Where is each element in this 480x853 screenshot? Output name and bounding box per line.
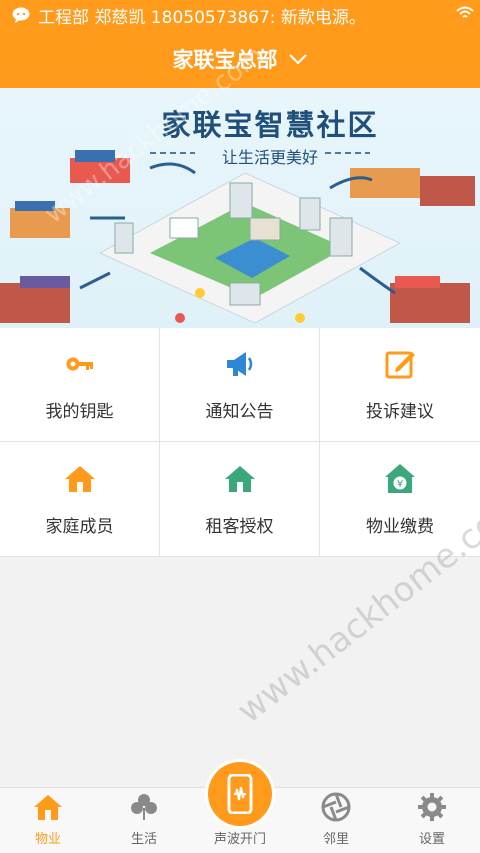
community-selector[interactable]: 家联宝总部 <box>0 30 480 88</box>
house-icon <box>63 462 97 496</box>
edit-icon <box>383 347 417 381</box>
menu-item-label: 租客授权 <box>205 516 274 537</box>
menu-item-tenant-auth[interactable]: 租客授权 <box>160 442 320 557</box>
nav-tab-settings[interactable]: 设置 <box>384 788 480 853</box>
menu-item-notices[interactable]: 通知公告 <box>160 328 320 442</box>
megaphone-icon <box>223 347 257 381</box>
clover-icon <box>129 792 159 822</box>
menu-item-label: 通知公告 <box>205 402 274 422</box>
house-icon <box>223 462 257 496</box>
nav-label: 生活 <box>130 832 157 847</box>
house-yuan-icon: ¥ <box>383 462 417 496</box>
nav-label: 邻里 <box>322 832 349 847</box>
menu-item-label: 投诉建议 <box>366 402 434 422</box>
nav-label: 声波开门 <box>213 832 266 847</box>
sound-wave-open-door-button[interactable] <box>208 762 272 826</box>
svg-text:¥: ¥ <box>397 479 403 490</box>
notification-text: 工程部 郑慈凯 18050573867: 新款电源。 <box>38 7 366 28</box>
chevron-down-icon <box>288 54 307 65</box>
banner-headline: 家联宝智慧社区 <box>161 108 379 142</box>
nav-tab-neighbors[interactable]: 邻里 <box>288 788 384 853</box>
chat-bubble-icon <box>12 7 30 23</box>
nav-label: 设置 <box>418 832 445 847</box>
key-icon <box>63 347 97 381</box>
function-grid: 我的钥匙 通知公告 投诉建议 家庭成员 租客授权 ¥ 物业缴费 <box>0 328 480 557</box>
menu-item-family-members[interactable]: 家庭成员 <box>0 442 160 557</box>
menu-item-label: 家庭成员 <box>45 516 114 537</box>
home-icon <box>33 792 63 822</box>
status-bar: 工程部 郑慈凯 18050573867: 新款电源。 <box>0 0 480 30</box>
nav-tab-life[interactable]: 生活 <box>96 788 192 853</box>
menu-item-label: 物业缴费 <box>366 516 434 537</box>
gear-icon <box>417 792 447 822</box>
page-title: 家联宝总部 <box>172 48 278 72</box>
phone-sound-icon <box>227 774 253 814</box>
menu-item-my-keys[interactable]: 我的钥匙 <box>0 328 160 442</box>
aperture-icon <box>321 792 351 822</box>
banner-subheadline: 让生活更美好 <box>221 148 318 167</box>
wifi-icon <box>456 6 474 18</box>
promo-banner[interactable]: 家联宝智慧社区 让生活更美好 <box>0 88 480 328</box>
menu-item-label: 我的钥匙 <box>45 402 114 422</box>
menu-item-property-fee[interactable]: ¥ 物业缴费 <box>320 442 480 557</box>
nav-tab-property[interactable]: 物业 <box>0 788 96 853</box>
menu-item-complaints[interactable]: 投诉建议 <box>320 328 480 442</box>
status-icons <box>456 5 474 23</box>
nav-label: 物业 <box>34 832 61 847</box>
